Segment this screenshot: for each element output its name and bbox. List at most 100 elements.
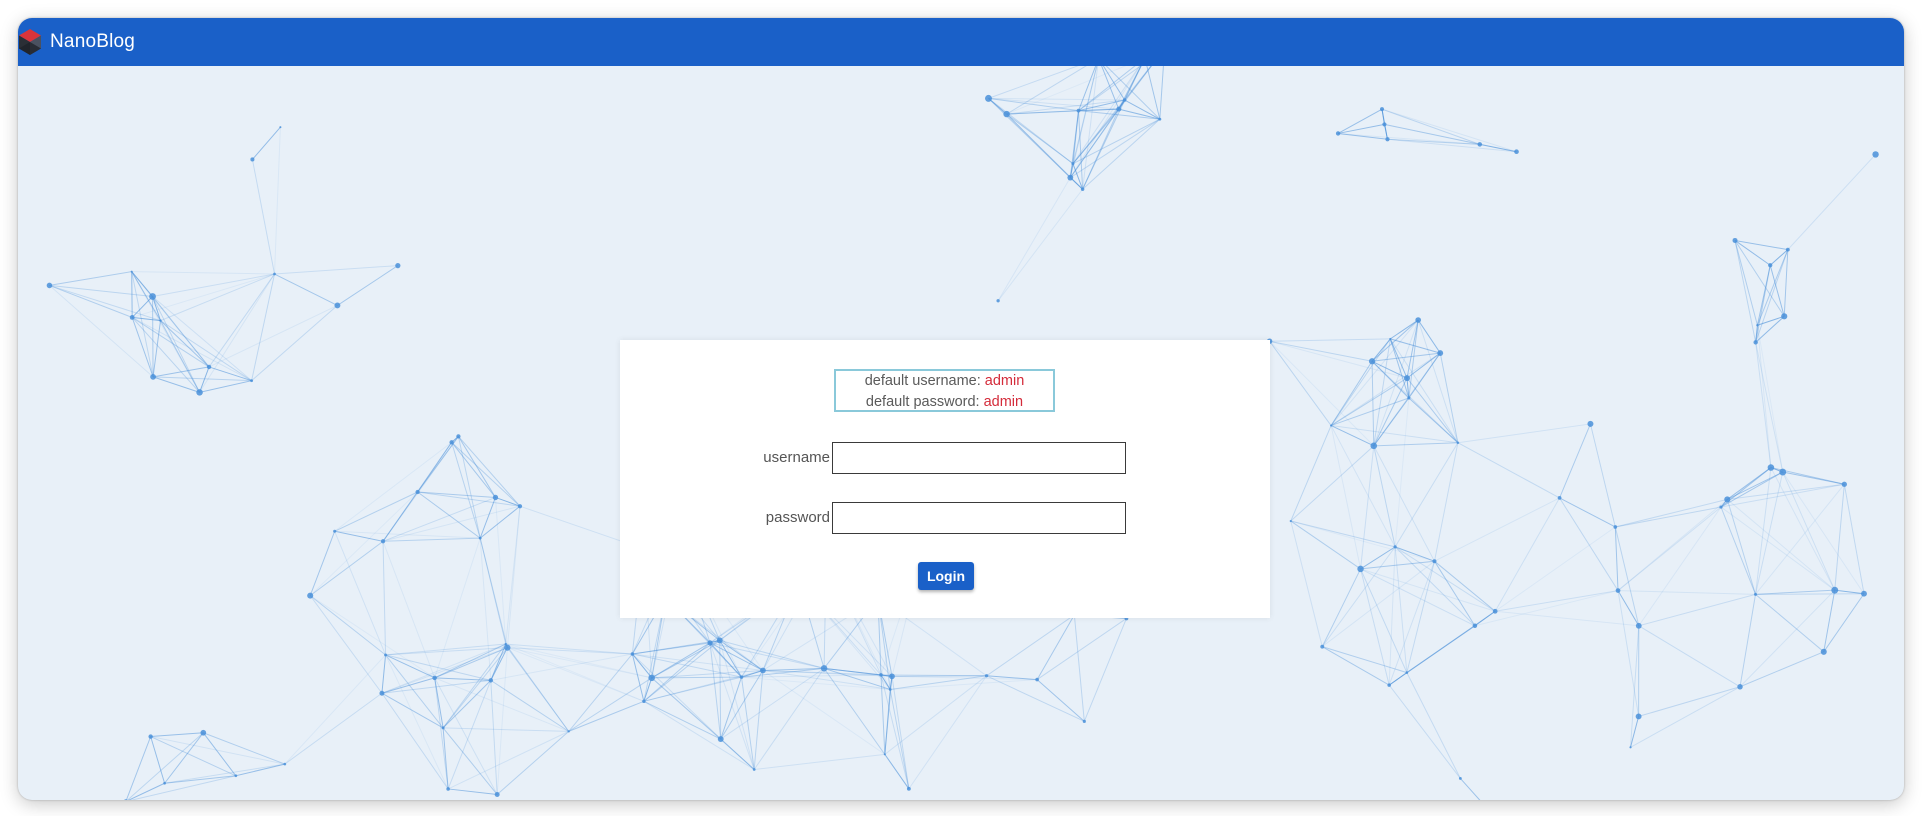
network-link [643, 700, 721, 740]
network-link [1720, 483, 1845, 508]
network-link [442, 680, 492, 729]
network-node [1831, 586, 1839, 594]
brand-name[interactable]: NanoBlog [50, 31, 135, 53]
network-link [199, 380, 252, 393]
network-node [1753, 592, 1757, 596]
network-link [1360, 568, 1496, 612]
default-password-line: default password: admin [836, 392, 1053, 413]
network-link [447, 730, 569, 790]
network-link [720, 676, 742, 740]
network-link [1290, 520, 1396, 548]
network-node [1472, 623, 1478, 629]
network-node [1756, 324, 1759, 327]
network-link [1394, 546, 1496, 612]
network-node [1785, 247, 1790, 252]
network-link [1457, 442, 1560, 499]
network-link [199, 273, 275, 393]
network-node [883, 753, 886, 756]
network-link [457, 436, 496, 498]
network-node [985, 94, 992, 102]
network-link [1617, 590, 1640, 717]
network-link [709, 642, 742, 678]
network-node [432, 675, 437, 681]
password-label: password [765, 509, 830, 526]
network-node [333, 529, 337, 533]
network-link [505, 506, 521, 645]
network-link [1755, 483, 1845, 595]
network-node [879, 673, 883, 677]
network-node [148, 734, 153, 739]
network-node [1382, 122, 1387, 127]
network-node [250, 157, 255, 162]
network-link [417, 491, 496, 498]
network-link [150, 736, 285, 765]
network-node [379, 690, 385, 696]
default-password-value: admin [983, 394, 1024, 410]
network-link [889, 689, 910, 789]
network-node [273, 272, 276, 276]
network-node [820, 665, 828, 672]
network-link [986, 675, 1085, 722]
network-link [1036, 614, 1075, 680]
network-link [1782, 471, 1836, 591]
network-node [630, 652, 635, 656]
network-link [383, 537, 481, 542]
network-node [1415, 317, 1421, 323]
network-node [446, 787, 450, 791]
network-link [1290, 425, 1332, 522]
network-node [395, 262, 401, 269]
network-link [251, 159, 276, 275]
network-link [309, 540, 384, 597]
hexagon-cube-logo-icon[interactable] [18, 27, 42, 57]
network-link [381, 654, 387, 694]
network-link [1589, 423, 1616, 528]
network-node [492, 494, 499, 501]
network-link [131, 271, 275, 275]
network-link [496, 731, 570, 795]
network-link [152, 296, 210, 368]
network-link [1756, 325, 1784, 473]
network-node [1841, 481, 1847, 487]
username-input[interactable] [832, 442, 1126, 474]
network-node [46, 282, 53, 289]
network-link [1726, 499, 1756, 595]
network-node [1557, 496, 1562, 500]
network-link [1360, 568, 1390, 686]
browser-window: NanoBlog default username: admin default… [18, 18, 1904, 800]
network-link [131, 316, 252, 382]
network-link [1734, 239, 1788, 251]
network-link [709, 642, 825, 669]
network-node [206, 364, 212, 370]
network-link [208, 304, 338, 368]
network-link [1322, 646, 1390, 686]
network-node [648, 674, 655, 682]
login-button[interactable]: Login [918, 562, 974, 590]
network-link [1755, 593, 1864, 595]
network-node [1335, 131, 1341, 136]
network-node [1437, 350, 1444, 356]
network-node [307, 592, 314, 599]
network-link [337, 265, 399, 306]
network-node [996, 299, 1000, 303]
network-link [442, 727, 498, 795]
network-link [160, 320, 210, 368]
network-node [504, 644, 511, 651]
network-node [279, 126, 282, 129]
network-link [1159, 66, 1164, 120]
password-input[interactable] [832, 502, 1126, 534]
network-link [381, 692, 444, 729]
network-link [1360, 568, 1476, 627]
network-node [752, 768, 756, 771]
network-link [1734, 240, 1758, 326]
network-node [1456, 441, 1460, 444]
network-node [1615, 588, 1621, 593]
network-node [1389, 337, 1392, 340]
network-node [200, 729, 207, 736]
network-link [1787, 154, 1876, 250]
network-link [1337, 123, 1385, 134]
network-node [1492, 608, 1498, 614]
network-link [160, 320, 252, 382]
network-node [1320, 644, 1325, 649]
network-node [234, 774, 238, 778]
network-node [642, 699, 646, 704]
